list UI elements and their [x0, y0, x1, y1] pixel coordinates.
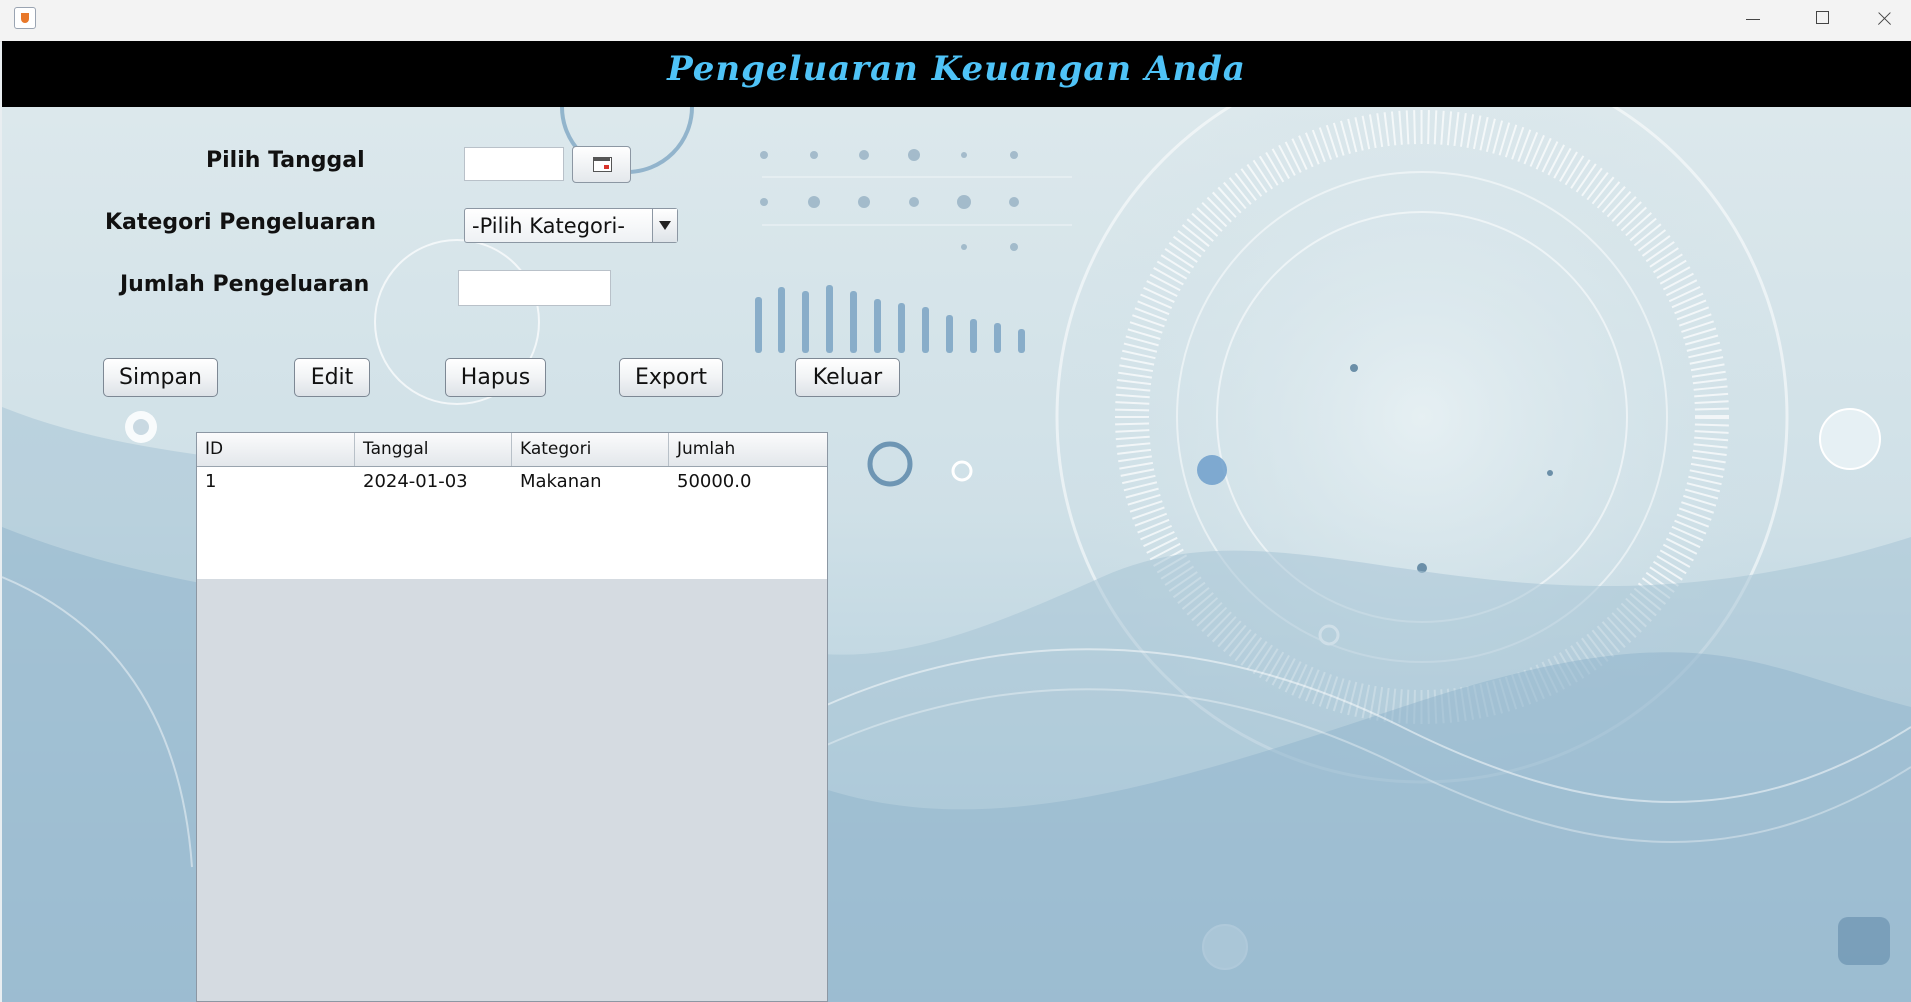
expense-table[interactable]: ID Tanggal Kategori Jumlah 1 2024-01-03 …: [196, 432, 828, 1002]
date-field[interactable]: [464, 147, 564, 181]
table-cell-category: Makanan: [520, 471, 602, 492]
page-title: Pengeluaran Keuangan Anda: [667, 49, 1246, 89]
exit-button[interactable]: Keluar: [795, 358, 900, 397]
delete-button[interactable]: Hapus: [445, 358, 546, 397]
maximize-button[interactable]: [1788, 0, 1858, 41]
table-cell-id: 1: [205, 471, 217, 492]
amount-field[interactable]: [458, 270, 611, 306]
column-header-id[interactable]: ID: [197, 433, 355, 466]
java-app-icon: [14, 7, 36, 29]
table-cell-date: 2024-01-03: [363, 471, 468, 492]
column-header-category[interactable]: Kategori: [512, 433, 669, 466]
category-selected-value: -Pilih Kategori-: [472, 214, 625, 238]
date-label: Pilih Tanggal: [206, 148, 365, 173]
chevron-down-icon[interactable]: [652, 209, 677, 242]
minimize-button[interactable]: [1718, 0, 1788, 41]
category-label: Kategori Pengeluaran: [105, 210, 377, 235]
save-button[interactable]: Simpan: [103, 358, 218, 397]
amount-label: Jumlah Pengeluaran: [120, 272, 370, 297]
calendar-picker-button[interactable]: [572, 146, 631, 183]
export-button[interactable]: Export: [619, 358, 723, 397]
table-body: 1 2024-01-03 Makanan 50000.0: [197, 467, 827, 579]
table-cell-amount: 50000.0: [677, 471, 752, 492]
category-select[interactable]: -Pilih Kategori-: [464, 208, 678, 243]
table-row[interactable]: 1 2024-01-03 Makanan 50000.0: [197, 467, 827, 497]
column-header-amount[interactable]: Jumlah: [669, 433, 827, 466]
app-header: Pengeluaran Keuangan Anda: [2, 41, 1911, 107]
close-button[interactable]: [1858, 0, 1911, 41]
window-title-bar: [0, 0, 1911, 42]
table-header: ID Tanggal Kategori Jumlah: [197, 433, 827, 467]
column-header-date[interactable]: Tanggal: [355, 433, 512, 466]
edit-button[interactable]: Edit: [294, 358, 370, 397]
calendar-icon: [593, 157, 612, 172]
